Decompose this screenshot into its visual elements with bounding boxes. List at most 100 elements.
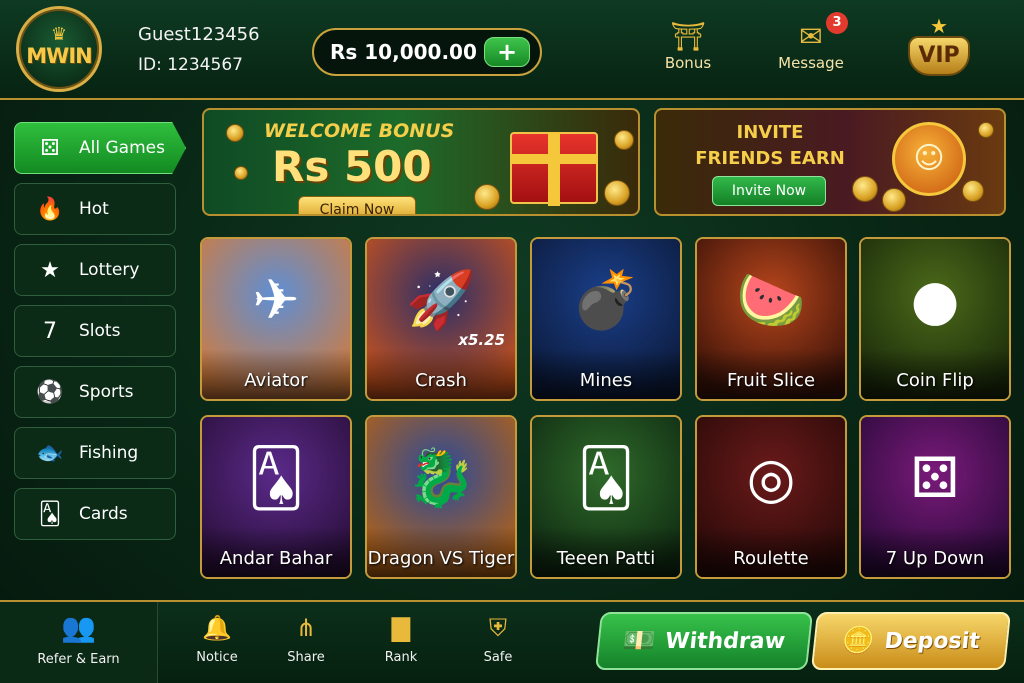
lottery-icon: ★ — [40, 257, 60, 283]
gift-box-icon — [510, 132, 598, 206]
username: Guest123456 — [138, 24, 260, 45]
share-icon: ⋔ — [295, 614, 317, 642]
notice-label: Notice — [196, 650, 238, 665]
game-icon: 🚀 — [406, 268, 476, 333]
share-label: Share — [287, 650, 325, 665]
game-icon: ✈ — [252, 268, 300, 333]
vip-label: VIP — [908, 36, 970, 76]
safe-button[interactable]: ⛨ Safe — [463, 612, 533, 665]
sidebar-item-slots[interactable]: 7 Slots — [14, 305, 176, 357]
slots-icon: 7 — [43, 318, 57, 344]
game-tile-crash[interactable]: 🚀 Crash x5.25 — [365, 237, 517, 401]
game-icon: 🍉 — [736, 268, 806, 333]
brand-logo[interactable]: ♛ MWIN — [16, 6, 102, 92]
user-id: ID: 1234567 — [138, 55, 243, 75]
game-tile-coin-flip[interactable]: ● Coin Flip — [859, 237, 1011, 401]
dice-icon: ⚄ — [40, 135, 60, 161]
game-name: Fruit Slice — [726, 370, 816, 391]
sidebar-item-lottery[interactable]: ★ Lottery — [14, 244, 176, 296]
sidebar-item-label: Fishing — [79, 443, 139, 463]
game-icon: 💣 — [571, 268, 641, 333]
welcome-amount: Rs 500 — [272, 142, 432, 191]
game-name: 7 Up Down — [885, 548, 985, 569]
crown-icon: ♛ — [50, 24, 68, 45]
brand-name: MWIN — [26, 44, 92, 68]
sidebar-item-label: Lottery — [79, 260, 140, 280]
cash-icon: 💵 — [621, 626, 657, 656]
sidebar-item-fishing[interactable]: 🐟 Fishing — [14, 427, 176, 479]
game-tile-aviator[interactable]: ✈ Aviator — [200, 237, 352, 401]
flame-icon: 🔥 — [36, 196, 64, 222]
safe-shield-icon: ⛨ — [489, 614, 507, 642]
welcome-title: WELCOME BONUS — [264, 120, 455, 142]
user-info: Guest123456 ID: 1234567 — [138, 24, 260, 75]
game-tile-roulette[interactable]: ◎ Roulette — [695, 415, 847, 579]
game-tile-teeen-patti[interactable]: 🂡 Teeen Patti — [530, 415, 682, 579]
game-tile-7-up-down[interactable]: ⚄ 7 Up Down — [859, 415, 1011, 579]
message-button[interactable]: ✉ Message 3 — [772, 12, 850, 72]
category-sidebar: ⚄ All Games 🔥 Hot ★ Lottery 7 Slots ⚽ Sports 🐟 Fish… — [14, 122, 186, 549]
game-icon: 🂡 — [577, 446, 635, 511]
sidebar-item-hot[interactable]: 🔥 Hot — [14, 183, 176, 235]
game-name: Dragon VS Tiger — [367, 548, 515, 569]
vip-button[interactable]: ★ VIP — [906, 16, 972, 82]
sidebar-item-label: Slots — [79, 321, 121, 341]
friends-icon: ☺ — [892, 122, 966, 196]
treasure-icon: ⛩ — [670, 20, 706, 53]
group-icon: 👥 — [61, 611, 96, 644]
wallet-balance: Rs 10,000.00 + — [312, 28, 542, 76]
welcome-bonus-banner[interactable]: WELCOME BONUS Rs 500 Claim Now — [202, 108, 640, 216]
invite-friends-banner[interactable]: INVITE FRIENDS EARN MORE Invite Now ☺ — [654, 108, 1006, 216]
game-tile-dragon-vs-tiger[interactable]: 🐉 Dragon VS Tiger — [365, 415, 517, 579]
game-name: Aviator — [244, 370, 308, 391]
coin-icon — [614, 130, 634, 150]
game-tile-andar-bahar[interactable]: 🂡 Andar Bahar — [200, 415, 352, 579]
rank-button[interactable]: ▇ Rank — [366, 612, 436, 665]
refer-earn-button[interactable]: 👥 Refer & Earn — [0, 602, 158, 683]
game-icon: ◎ — [746, 446, 796, 511]
coins-icon: 🪙 — [840, 626, 877, 656]
sidebar-item-label: All Games — [79, 138, 165, 158]
game-name: Roulette — [733, 548, 809, 569]
podium-icon: ▇ — [391, 614, 411, 642]
withdraw-label: Withdraw — [663, 628, 787, 654]
game-icon: ⚄ — [910, 446, 960, 511]
bonus-label: Bonus — [664, 54, 712, 72]
message-count-badge: 3 — [826, 12, 848, 34]
game-tile-fruit-slice[interactable]: 🍉 Fruit Slice — [695, 237, 847, 401]
coin-icon — [978, 122, 994, 138]
top-bar: ♛ MWIN Guest123456 ID: 1234567 Rs 10,000… — [0, 0, 1024, 100]
deposit-label: Deposit — [883, 628, 982, 654]
invite-now-button[interactable]: Invite Now — [712, 176, 826, 206]
rank-label: Rank — [384, 650, 418, 665]
share-button[interactable]: ⋔ Share — [271, 612, 341, 665]
cards-icon: 🂡 — [38, 501, 62, 527]
refer-label: Refer & Earn — [37, 652, 120, 667]
deposit-button[interactable]: 🪙 Deposit — [810, 612, 1012, 670]
safe-label: Safe — [483, 650, 513, 665]
game-icon: ● — [910, 268, 960, 333]
sidebar-item-label: Cards — [79, 504, 128, 524]
sidebar-item-label: Sports — [79, 382, 134, 402]
game-icon: 🂡 — [247, 446, 305, 511]
game-name: Coin Flip — [896, 370, 974, 391]
add-funds-button[interactable]: + — [484, 37, 530, 67]
coin-icon — [234, 166, 248, 180]
coin-icon — [226, 124, 244, 142]
game-name: Crash — [415, 370, 467, 391]
sidebar-item-all-games[interactable]: ⚄ All Games — [14, 122, 186, 174]
star-icon: ★ — [930, 14, 948, 38]
sidebar-item-cards[interactable]: 🂡 Cards — [14, 488, 176, 540]
multiplier-label: x5.25 — [458, 331, 505, 349]
bonus-button[interactable]: ⛩ Bonus — [660, 20, 716, 72]
balance-amount: Rs 10,000.00 — [330, 40, 477, 64]
withdraw-button[interactable]: 💵 Withdraw — [594, 612, 814, 670]
game-tile-mines[interactable]: 💣 Mines — [530, 237, 682, 401]
sidebar-item-sports[interactable]: ⚽ Sports — [14, 366, 176, 418]
coin-icon — [882, 188, 906, 212]
claim-now-button[interactable]: Claim Now — [298, 196, 416, 214]
soccer-ball-icon: ⚽ — [36, 379, 64, 405]
notice-button[interactable]: 🔔 Notice — [182, 612, 252, 665]
game-name: Andar Bahar — [219, 548, 333, 569]
game-name: Mines — [579, 370, 633, 391]
